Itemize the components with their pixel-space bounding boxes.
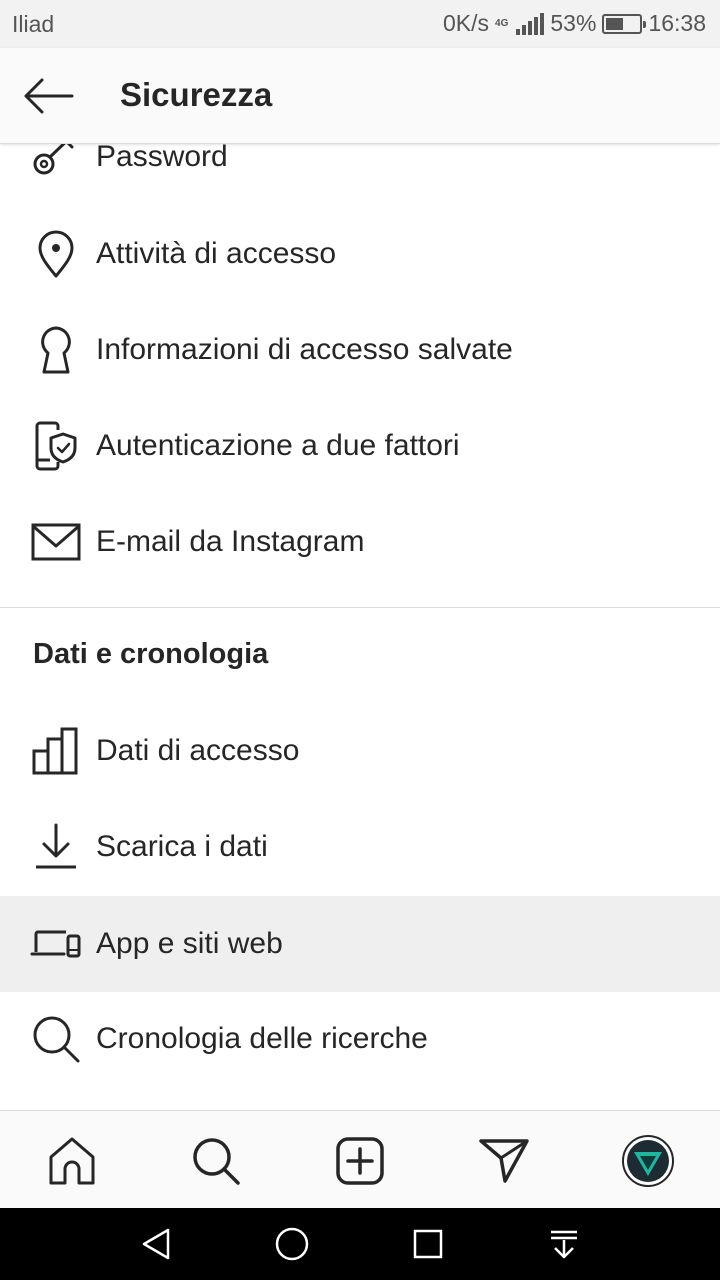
section-divider — [0, 607, 720, 608]
menu-item-apps-and-websites[interactable]: App e siti web — [0, 896, 720, 992]
section-title: Dati e cronologia — [33, 638, 269, 670]
nav-new-post-button[interactable] — [332, 1133, 388, 1189]
add-post-icon — [336, 1137, 384, 1185]
system-home-button[interactable] — [270, 1222, 314, 1266]
carrier-name: Iliad — [12, 11, 55, 37]
square-recents-icon — [413, 1229, 443, 1259]
download-icon — [30, 821, 82, 873]
nav-home-button[interactable] — [44, 1133, 100, 1189]
direct-message-icon — [479, 1139, 529, 1183]
bottom-navigation — [0, 1110, 720, 1208]
signal-icon — [516, 12, 545, 35]
battery-icon — [602, 13, 647, 34]
circle-home-icon — [275, 1227, 309, 1261]
menu-item-label: Password — [96, 140, 228, 173]
menu-item-label: Dati di accesso — [96, 734, 300, 767]
system-back-button[interactable] — [134, 1222, 178, 1266]
menu-item-label: Cronologia delle ricerche — [96, 1022, 428, 1055]
menu-item-download-data[interactable]: Scarica i dati — [0, 799, 720, 895]
app-header: Sicurezza — [0, 48, 720, 144]
back-arrow-icon — [24, 78, 74, 114]
system-notification-button[interactable] — [542, 1222, 586, 1266]
menu-item-access-data[interactable]: Dati di accesso — [0, 703, 720, 799]
page-title: Sicurezza — [120, 76, 273, 113]
nav-search-button[interactable] — [188, 1133, 244, 1189]
menu-item-label: Informazioni di accesso salvate — [96, 333, 513, 366]
pull-down-icon — [551, 1230, 577, 1259]
clock: 16:38 — [648, 10, 706, 36]
search-icon — [193, 1138, 240, 1185]
mail-icon — [30, 516, 82, 568]
menu-item-label: Attività di accesso — [96, 237, 337, 270]
menu-item-emails-from-instagram[interactable]: E-mail da Instagram — [0, 494, 720, 590]
network-speed: 0K/s — [443, 10, 490, 36]
home-icon — [49, 1137, 95, 1185]
location-pin-icon — [30, 228, 82, 280]
nav-profile-button[interactable] — [620, 1133, 676, 1189]
triangle-back-icon — [142, 1228, 170, 1260]
menu-item-login-activity[interactable]: Attività di accesso — [0, 206, 720, 302]
menu-item-two-factor-auth[interactable]: Autenticazione a due fattori — [0, 398, 720, 494]
system-recents-button[interactable] — [406, 1222, 450, 1266]
status-bar: Iliad 0K/s 4G 53% 16:38 — [0, 0, 720, 48]
menu-item-label: Autenticazione a due fattori — [96, 429, 460, 462]
profile-avatar — [622, 1135, 674, 1187]
back-button[interactable] — [18, 72, 78, 120]
devices-icon — [30, 918, 82, 970]
keyhole-icon — [30, 324, 82, 376]
nav-direct-button[interactable] — [476, 1133, 532, 1189]
menu-item-label: E-mail da Instagram — [96, 525, 365, 558]
status-indicators: 0K/s 4G 53% 16:38 — [443, 10, 706, 37]
menu-item-label: Scarica i dati — [96, 830, 268, 863]
menu-item-search-history[interactable]: Cronologia delle ricerche — [0, 991, 720, 1087]
search-icon — [30, 1013, 82, 1065]
system-navigation-bar — [0, 1208, 720, 1280]
phone-shield-icon — [30, 420, 82, 472]
settings-list: Password Attività di accesso Informazion… — [0, 110, 720, 1110]
menu-item-label: App e siti web — [96, 927, 283, 960]
network-type: 4G — [495, 18, 509, 29]
menu-item-saved-login-info[interactable]: Informazioni di accesso salvate — [0, 302, 720, 398]
bar-chart-icon — [30, 725, 82, 777]
battery-percent: 53% — [550, 10, 597, 36]
